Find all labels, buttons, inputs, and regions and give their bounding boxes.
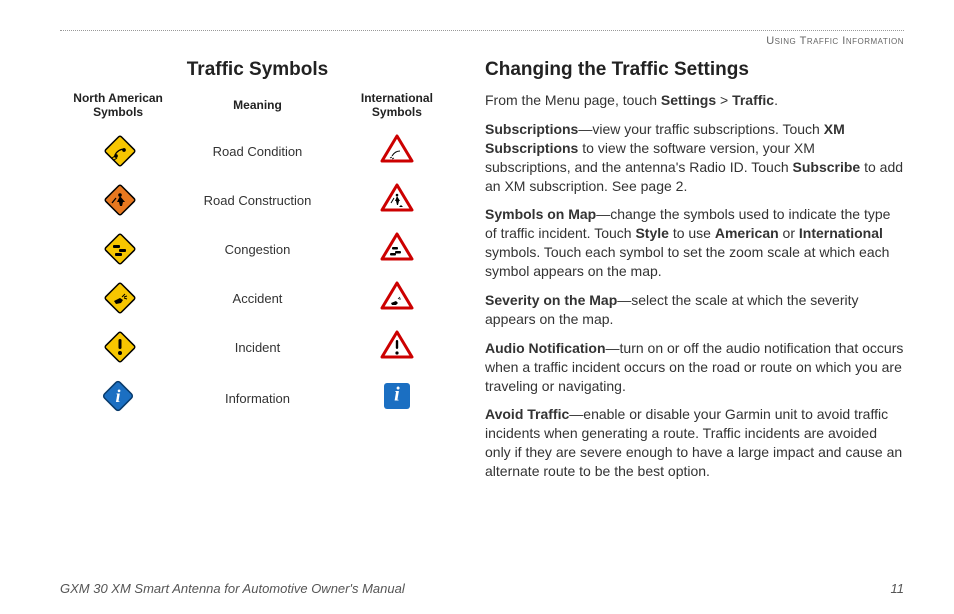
bold-traffic: Traffic [732,92,774,108]
traffic-symbols-heading: Traffic Symbols [60,59,455,81]
intl-icon-construction [339,183,455,218]
intro-paragraph: From the Menu page, touch Settings > Tra… [485,91,904,110]
bold-severity: Severity on the Map [485,292,617,308]
changing-settings-heading: Changing the Traffic Settings [485,59,904,81]
page-footer: GXM 30 XM Smart Antenna for Automotive O… [60,581,904,596]
info-intl-icon [384,383,410,409]
bold-settings: Settings [661,92,716,108]
triangle-worker-icon [380,183,414,213]
intl-icon-congestion [339,232,455,267]
col-meaning-header: Meaning [176,98,339,112]
bold-subscriptions: Subscriptions [485,121,578,137]
na-icon-construction [60,183,176,218]
info-us-icon: i [101,379,135,418]
bold-symbols-on-map: Symbols on Map [485,206,596,222]
subscriptions-paragraph: Subscriptions—view your traffic subscrip… [485,120,904,196]
intl-icon-incident [339,330,455,365]
meaning-accident: Accident [176,291,339,306]
diamond-skid-icon [103,134,133,164]
symbols-on-map-paragraph: Symbols on Map—change the symbols used t… [485,205,904,281]
triangle-bang-icon [380,330,414,360]
text: symbols. Touch each symbol to set the zo… [485,244,889,279]
intl-icon-road-condition [339,134,455,169]
text: > [716,92,732,108]
intl-icon-accident [339,281,455,316]
meaning-incident: Incident [176,340,339,355]
text: or [779,225,799,241]
meaning-congestion: Congestion [176,242,339,257]
section-header: Using Traffic Information [60,35,904,47]
footer-title: GXM 30 XM Smart Antenna for Automotive O… [60,581,405,596]
meaning-information: Information [176,391,339,406]
intl-icon-information [339,383,455,414]
text: . [774,92,778,108]
na-icon-congestion [60,232,176,267]
text: From the Menu page, touch [485,92,661,108]
meaning-road-condition: Road Condition [176,144,339,159]
two-column-layout: Traffic Symbols North American Symbols M… [60,59,904,491]
symbols-table: North American Symbols Meaning Internati… [60,91,455,418]
col-intl-header: International Symbols [339,91,455,120]
diamond-crash-icon [103,281,133,311]
triangle-cars-icon [380,232,414,262]
na-icon-information: i [60,379,176,418]
triangle-crash-icon [380,281,414,311]
na-icon-road-condition [60,134,176,169]
page-number: 11 [891,581,905,596]
col-na-header: North American Symbols [60,91,176,120]
left-column: Traffic Symbols North American Symbols M… [60,59,455,491]
rule-line [60,30,904,31]
text: —view your traffic subscriptions. Touch [578,121,823,137]
bold-subscribe: Subscribe [793,159,861,175]
diamond-cars-icon [103,232,133,262]
avoid-traffic-paragraph: Avoid Traffic—enable or disable your Gar… [485,405,904,481]
severity-paragraph: Severity on the Map—select the scale at … [485,291,904,329]
text: to use [669,225,715,241]
na-icon-incident [60,330,176,365]
diamond-bang-icon [103,330,133,360]
bold-audio: Audio Notification [485,340,606,356]
diamond-worker-icon [103,183,133,213]
bold-style: Style [635,225,668,241]
audio-paragraph: Audio Notification—turn on or off the au… [485,339,904,396]
svg-text:i: i [116,386,121,406]
right-column: Changing the Traffic Settings From the M… [485,59,904,491]
manual-page: Using Traffic Information Traffic Symbol… [0,0,954,614]
bold-american: American [715,225,779,241]
na-icon-accident [60,281,176,316]
bold-avoid: Avoid Traffic [485,406,569,422]
triangle-skid-icon [380,134,414,164]
meaning-construction: Road Construction [176,193,339,208]
bold-international: International [799,225,883,241]
